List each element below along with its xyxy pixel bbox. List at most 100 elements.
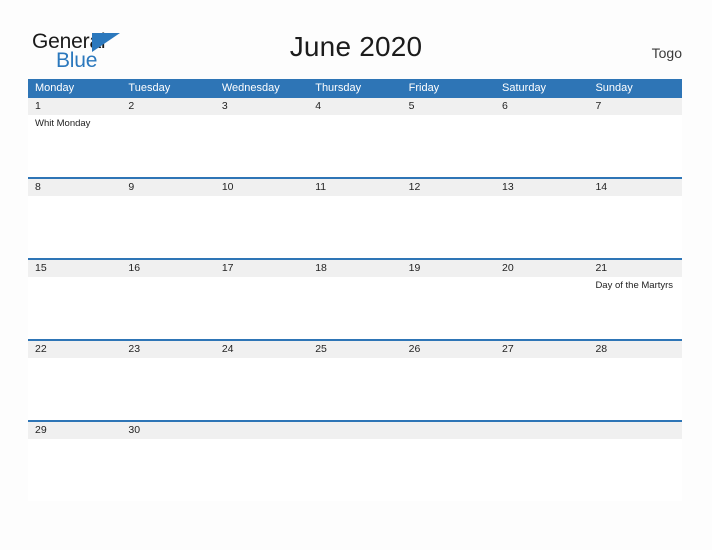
calendar-week-row: 1 2 3 4 5 6 7 Whit Monday [28, 98, 682, 177]
calendar-day-cell[interactable]: 2 [121, 98, 214, 115]
week-date-band: 15 16 17 18 19 20 21 [28, 260, 682, 277]
day-event-cell[interactable] [215, 277, 308, 339]
holiday-label: Whit Monday [35, 118, 91, 129]
day-event-cell[interactable] [588, 196, 681, 258]
day-event-cell[interactable] [28, 196, 121, 258]
date-number: 10 [221, 181, 234, 193]
day-event-cell[interactable] [402, 358, 495, 420]
week-date-band: 22 23 24 25 26 27 28 [28, 341, 682, 358]
day-event-cell[interactable] [495, 277, 588, 339]
calendar-day-cell[interactable]: 11 [308, 179, 401, 196]
date-number: 7 [595, 100, 602, 112]
date-number: 14 [595, 181, 608, 193]
date-number: 30 [128, 424, 141, 436]
calendar-day-cell[interactable]: 27 [495, 341, 588, 358]
day-event-cell[interactable] [495, 115, 588, 177]
weekday-header-friday: Friday [408, 82, 440, 94]
weekday-header-tuesday: Tuesday [128, 82, 171, 94]
date-number: 27 [502, 343, 514, 355]
calendar-day-cell[interactable]: 1 [28, 98, 121, 115]
calendar-day-cell[interactable]: 17 [215, 260, 308, 277]
day-event-cell[interactable] [308, 196, 401, 258]
calendar-day-cell[interactable]: 7 [588, 98, 681, 115]
calendar-day-cell[interactable]: 5 [402, 98, 495, 115]
calendar-day-cell[interactable]: 21 [588, 260, 681, 277]
day-event-cell[interactable] [402, 277, 495, 339]
date-number [308, 422, 401, 439]
day-event-cell[interactable] [121, 358, 214, 420]
calendar-day-cell[interactable]: 14 [588, 179, 681, 196]
calendar-day-cell[interactable]: 30 [121, 422, 214, 439]
date-number: 8 [35, 181, 41, 193]
weekday-header-thursday: Thursday [315, 82, 362, 94]
page-header: General Blue June 2020 Togo [0, 0, 712, 78]
calendar-day-cell[interactable]: 23 [121, 341, 214, 358]
day-event-cell[interactable] [215, 439, 308, 501]
day-event-cell[interactable] [495, 439, 588, 501]
calendar-table: Monday Tuesday Wednesday Thursday Friday… [28, 79, 682, 501]
day-event-cell[interactable]: Whit Monday [28, 115, 121, 177]
day-event-cell[interactable] [588, 358, 681, 420]
date-number: 5 [408, 100, 415, 112]
day-event-cell[interactable] [495, 358, 588, 420]
day-event-cell[interactable] [121, 439, 214, 501]
date-number [495, 422, 588, 439]
day-event-cell[interactable] [121, 277, 214, 339]
date-number: 13 [502, 181, 514, 193]
calendar-day-cell[interactable]: 20 [495, 260, 588, 277]
day-event-cell[interactable] [308, 358, 401, 420]
calendar-day-cell[interactable]: 3 [215, 98, 308, 115]
calendar-day-cell[interactable]: 8 [28, 179, 121, 196]
week-date-band: 29 30 [28, 422, 682, 439]
date-number: 1 [35, 100, 41, 112]
calendar-day-cell[interactable]: 28 [588, 341, 681, 358]
day-event-cell[interactable] [308, 115, 401, 177]
calendar-day-cell[interactable]: 22 [28, 341, 121, 358]
calendar-day-cell[interactable]: 6 [495, 98, 588, 115]
day-event-cell[interactable] [402, 196, 495, 258]
day-event-cell[interactable] [308, 439, 401, 501]
calendar-day-cell[interactable]: 26 [402, 341, 495, 358]
day-event-cell[interactable] [121, 115, 214, 177]
calendar-day-cell[interactable]: 12 [402, 179, 495, 196]
calendar-day-cell[interactable]: 15 [28, 260, 121, 277]
calendar-day-cell[interactable] [215, 422, 308, 439]
calendar-day-cell[interactable]: 9 [121, 179, 214, 196]
day-event-cell[interactable] [402, 115, 495, 177]
calendar-day-cell[interactable]: 4 [308, 98, 401, 115]
week-event-band: Day of the Martyrs [28, 277, 682, 339]
day-event-cell[interactable] [308, 277, 401, 339]
day-event-cell[interactable] [28, 439, 121, 501]
calendar-day-cell[interactable]: 29 [28, 422, 121, 439]
calendar-day-cell[interactable] [308, 422, 401, 439]
calendar-day-cell[interactable]: 24 [215, 341, 308, 358]
day-event-cell[interactable] [121, 196, 214, 258]
day-event-cell[interactable] [588, 439, 681, 501]
calendar-day-cell[interactable]: 18 [308, 260, 401, 277]
day-event-cell[interactable] [28, 358, 121, 420]
day-event-cell[interactable] [215, 358, 308, 420]
calendar-day-cell[interactable] [588, 422, 681, 439]
calendar-day-cell[interactable]: 10 [215, 179, 308, 196]
day-event-cell[interactable] [215, 115, 308, 177]
day-event-cell[interactable] [495, 196, 588, 258]
day-event-cell[interactable]: Day of the Martyrs [588, 277, 681, 339]
day-event-cell[interactable] [28, 277, 121, 339]
calendar-day-cell[interactable]: 13 [495, 179, 588, 196]
date-number [588, 422, 681, 439]
date-number: 4 [315, 100, 322, 112]
day-event-cell[interactable] [215, 196, 308, 258]
weekday-header-wednesday: Wednesday [221, 82, 280, 94]
week-date-band: 8 9 10 11 12 13 14 [28, 179, 682, 196]
calendar-day-cell[interactable]: 25 [308, 341, 401, 358]
calendar-day-cell[interactable]: 19 [402, 260, 495, 277]
calendar-day-cell[interactable]: 16 [121, 260, 214, 277]
day-event-cell[interactable] [402, 439, 495, 501]
week-event-band: Whit Monday [28, 115, 682, 177]
date-number: 24 [221, 343, 234, 355]
date-number [402, 422, 495, 439]
calendar-day-cell[interactable] [402, 422, 495, 439]
calendar-day-cell[interactable] [495, 422, 588, 439]
day-event-cell[interactable] [588, 115, 681, 177]
date-number: 3 [221, 100, 228, 112]
